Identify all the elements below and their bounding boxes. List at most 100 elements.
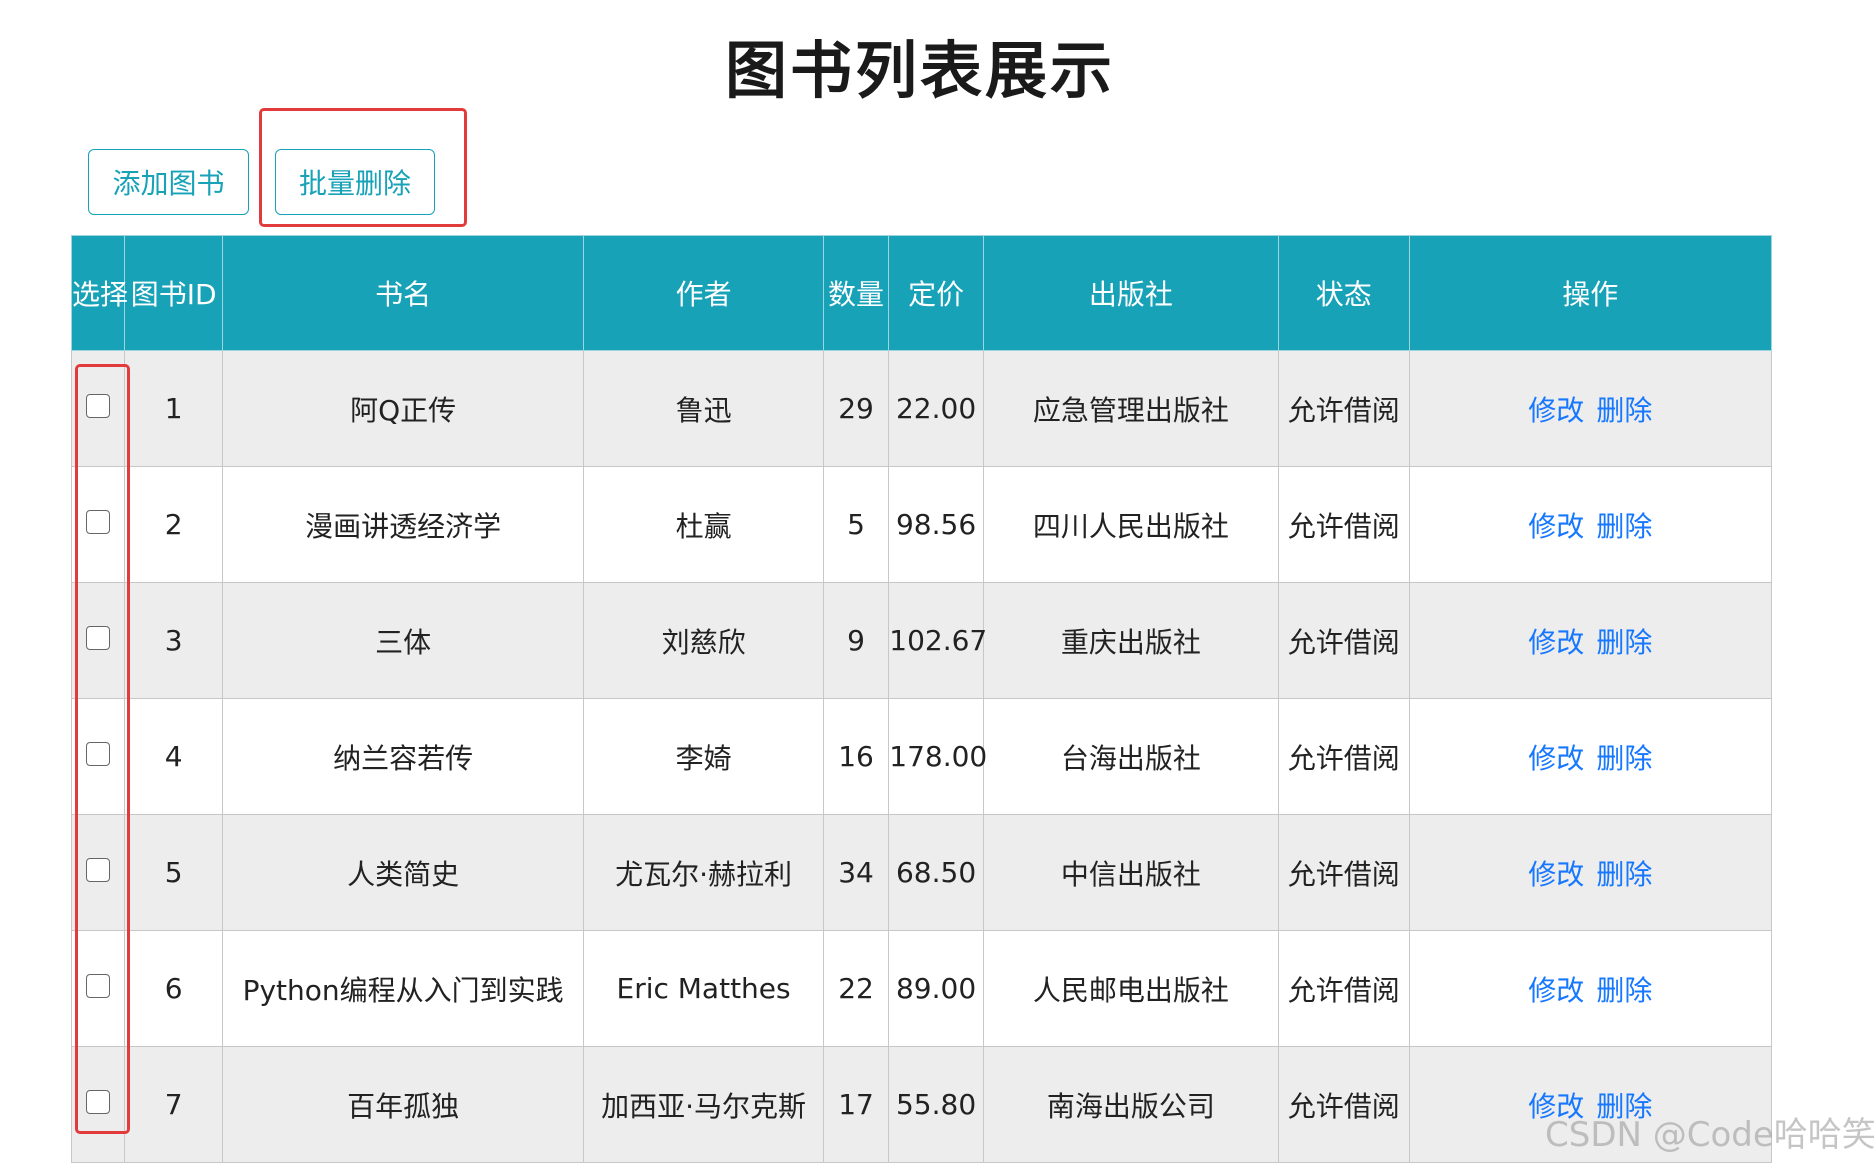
select-cell (70, 930, 126, 1047)
book-id-cell: 4 (124, 698, 223, 815)
table-header-row: 选择 图书ID 书名 作者 数量 定价 出版社 状态 操作 (70, 235, 1773, 351)
table-row: 6 Python编程从入门到实践 Eric Matthes 22 89.00 人… (70, 930, 1773, 1047)
book-price-cell: 55.80 (888, 1046, 984, 1163)
edit-link[interactable]: 修改 (1528, 858, 1584, 891)
watermark: CSDN @Code哈哈笑 (1545, 1115, 1876, 1155)
book-id-cell: 6 (124, 930, 223, 1047)
book-status-cell: 允许借阅 (1277, 350, 1410, 467)
actions-cell: 修改 删除 (1408, 582, 1773, 699)
book-count-cell: 29 (822, 350, 890, 467)
book-publisher-cell: 四川人民出版社 (982, 466, 1279, 583)
row-checkbox[interactable] (86, 510, 111, 534)
book-status-cell: 允许借阅 (1277, 582, 1410, 699)
book-status-cell: 允许借阅 (1277, 930, 1410, 1047)
row-checkbox[interactable] (86, 394, 111, 418)
table-row: 7 百年孤独 加西亚·马尔克斯 17 55.80 南海出版公司 允许借阅 修改删… (70, 1046, 1773, 1163)
book-id-cell: 5 (124, 814, 223, 931)
select-cell (70, 814, 126, 931)
delete-link[interactable]: 删除 (1596, 974, 1652, 1007)
actions-cell: 修改 删除 (1408, 466, 1773, 583)
book-author-cell: 鲁迅 (583, 350, 824, 467)
book-price-cell: 178.00 (888, 698, 987, 815)
book-author-cell: 加西亚·马尔克斯 (583, 1046, 824, 1163)
book-price-cell: 68.50 (888, 814, 984, 931)
book-count-cell: 9 (822, 582, 890, 699)
column-header-actions: 操作 (1408, 235, 1773, 351)
edit-link[interactable]: 修改 (1528, 974, 1584, 1007)
edit-link[interactable]: 修改 (1528, 626, 1584, 659)
row-checkbox[interactable] (86, 1090, 111, 1114)
row-checkbox[interactable] (86, 626, 111, 650)
book-id-cell: 1 (124, 350, 223, 467)
book-price-cell: 98.56 (888, 466, 984, 583)
book-name-cell: 纳兰容若传 (221, 698, 585, 815)
book-publisher-cell: 台海出版社 (982, 698, 1279, 815)
book-author-cell: 刘慈欣 (583, 582, 824, 699)
actions-cell: 修改 删除 (1408, 350, 1773, 467)
delete-link[interactable]: 删除 (1596, 858, 1652, 891)
column-header-name: 书名 (221, 235, 585, 351)
book-count-cell: 22 (822, 930, 890, 1047)
delete-link[interactable]: 删除 (1596, 394, 1652, 427)
book-id-cell: 7 (124, 1046, 223, 1163)
book-publisher-cell: 南海出版公司 (982, 1046, 1279, 1163)
column-header-author: 作者 (583, 235, 824, 351)
book-count-cell: 34 (822, 814, 890, 931)
book-name-cell: 阿Q正传 (221, 350, 585, 467)
table-row: 1 阿Q正传 鲁迅 29 22.00 应急管理出版社 允许借阅 修改 删除 (70, 350, 1773, 467)
book-publisher-cell: 应急管理出版社 (982, 350, 1279, 467)
delete-link[interactable]: 删除 (1596, 510, 1652, 543)
select-cell (70, 582, 126, 699)
column-header-status: 状态 (1277, 235, 1410, 351)
edit-link[interactable]: 修改 (1528, 742, 1584, 775)
select-cell (70, 1046, 126, 1163)
select-cell (70, 466, 126, 583)
book-name-cell: 人类简史 (221, 814, 585, 931)
column-header-id: 图书ID (124, 235, 223, 351)
book-id-cell: 2 (124, 466, 223, 583)
row-checkbox[interactable] (86, 974, 111, 998)
book-count-cell: 16 (822, 698, 890, 815)
select-cell (70, 698, 126, 815)
column-header-count: 数量 (822, 235, 890, 351)
edit-link[interactable]: 修改 (1528, 510, 1584, 543)
book-author-cell: 李婍 (583, 698, 824, 815)
book-publisher-cell: 中信出版社 (982, 814, 1279, 931)
book-status-cell: 允许借阅 (1277, 698, 1410, 815)
actions-cell: 修改 删除 (1408, 814, 1773, 931)
row-checkbox[interactable] (86, 742, 111, 766)
book-name-cell: 漫画讲透经济学 (221, 466, 585, 583)
book-price-cell: 89.00 (888, 930, 984, 1047)
table-row: 2 漫画讲透经济学 杜赢 5 98.56 四川人民出版社 允许借阅 修改 删除 (70, 466, 1773, 583)
book-name-cell: 三体 (221, 582, 585, 699)
book-publisher-cell: 重庆出版社 (982, 582, 1279, 699)
delete-link[interactable]: 删除 (1596, 626, 1652, 659)
edit-link[interactable]: 修改 (1528, 394, 1584, 427)
book-name-cell: Python编程从入门到实践 (221, 930, 585, 1047)
book-price-cell: 22.00 (888, 350, 984, 467)
book-price-cell: 102.67 (888, 582, 987, 699)
add-book-button[interactable]: 添加图书 (88, 149, 249, 215)
book-count-cell: 17 (822, 1046, 890, 1163)
book-author-cell: 尤瓦尔·赫拉利 (583, 814, 824, 931)
column-header-select: 选择 (70, 235, 128, 351)
table-row: 3 三体 刘慈欣 9 102.67 重庆出版社 允许借阅 修改 删除 (70, 582, 1773, 699)
book-id-cell: 3 (124, 582, 223, 699)
book-publisher-cell: 人民邮电出版社 (982, 930, 1279, 1047)
book-status-cell: 允许借阅 (1277, 466, 1410, 583)
actions-cell: 修改 删除 (1408, 698, 1773, 815)
batch-delete-button[interactable]: 批量删除 (275, 149, 435, 215)
book-name-cell: 百年孤独 (221, 1046, 585, 1163)
table-row: 4 纳兰容若传 李婍 16 178.00 台海出版社 允许借阅 修改 删除 (70, 698, 1773, 815)
page-title: 图书列表展示 (724, 34, 1115, 107)
column-header-price: 定价 (888, 235, 984, 351)
table-row: 5 人类简史 尤瓦尔·赫拉利 34 68.50 中信出版社 允许借阅 修改 删除 (70, 814, 1773, 931)
book-count-cell: 5 (822, 466, 890, 583)
row-checkbox[interactable] (86, 858, 111, 882)
book-table: 选择 图书ID 书名 作者 数量 定价 出版社 状态 操作 1 阿Q正传 鲁迅 … (70, 235, 1773, 1163)
actions-cell: 修改 删除 (1408, 930, 1773, 1047)
book-author-cell: 杜赢 (583, 466, 824, 583)
delete-link[interactable]: 删除 (1596, 742, 1652, 775)
book-status-cell: 允许借阅 (1277, 814, 1410, 931)
column-header-publisher: 出版社 (982, 235, 1279, 351)
